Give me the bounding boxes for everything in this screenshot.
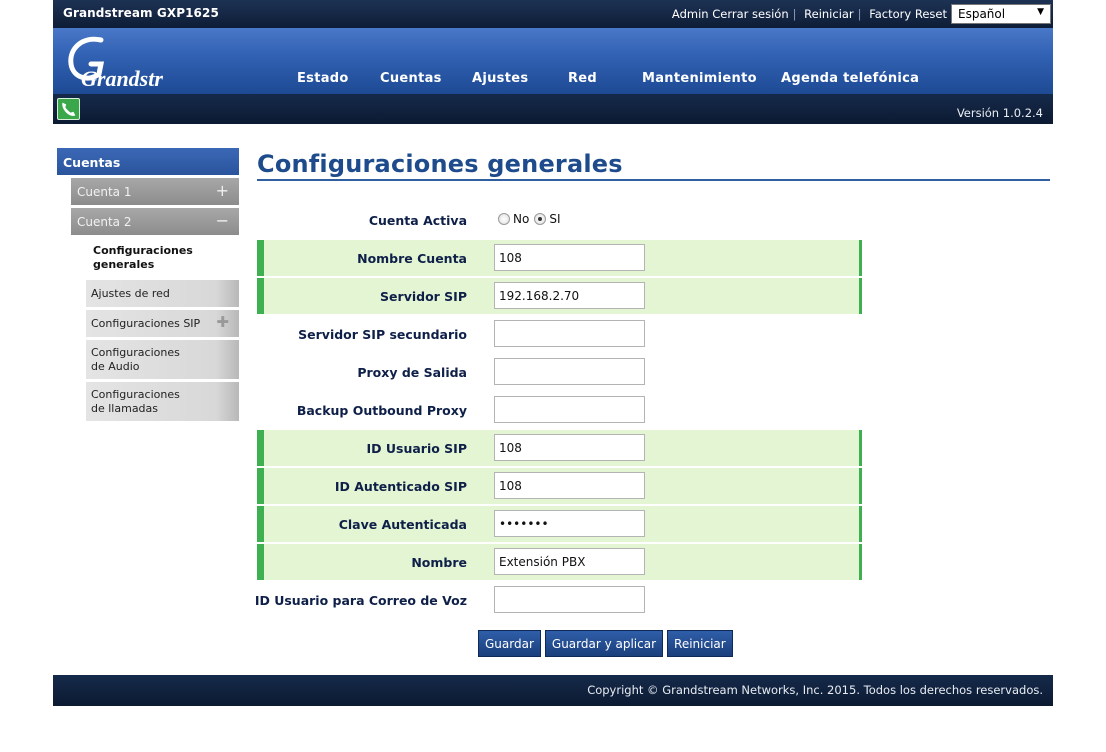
- radio-si-label: SI: [549, 212, 561, 226]
- id-autenticado-sip-input[interactable]: [494, 472, 645, 499]
- copyright-text: Copyright © Grandstream Networks, Inc. 2…: [587, 683, 1043, 697]
- sidebar-item-cuenta-1[interactable]: Cuenta 1 +: [71, 178, 239, 205]
- servidor-sip-secundario-label: Servidor SIP secundario: [298, 327, 467, 342]
- language-value: Español: [958, 7, 1006, 21]
- servidor-sip-input[interactable]: [494, 282, 645, 309]
- nav-estado[interactable]: Estado: [297, 71, 380, 86]
- form-buttons: Guardar Guardar y aplicar Reiniciar: [478, 630, 737, 657]
- field-row-servidor-sip-secundario: Servidor SIP secundario: [257, 316, 862, 352]
- field-row-id-usuario-sip: ID Usuario SIP: [257, 430, 862, 466]
- cuenta-activa-row: Cuenta Activa No SI: [257, 202, 862, 238]
- language-select[interactable]: Español ▼: [951, 4, 1051, 24]
- top-links: Admin Cerrar sesión | Reiniciar | Factory …: [672, 7, 947, 21]
- sidebar-item-label: Configuraciones de llamadas: [91, 388, 180, 415]
- backup-outbound-proxy-label: Backup Outbound Proxy: [296, 403, 467, 418]
- factory-reset-link[interactable]: Factory Reset: [869, 7, 947, 21]
- sidebar-item-configuraciones-sip[interactable]: Configuraciones SIP ✚: [86, 310, 239, 338]
- radio-si[interactable]: [534, 213, 547, 225]
- link-separator: |: [857, 7, 862, 21]
- field-row-backup-outbound-proxy: Backup Outbound Proxy: [257, 392, 862, 428]
- logo-text: Grandstream: [81, 66, 163, 90]
- proxy-de-salida-input[interactable]: [494, 358, 645, 385]
- minus-icon: −: [215, 211, 229, 230]
- field-row-servidor-sip: Servidor SIP: [257, 278, 862, 314]
- sidebar-item-cuenta-2[interactable]: Cuenta 2 −: [71, 208, 239, 235]
- nav-ajustes[interactable]: Ajustes: [472, 71, 568, 86]
- servidor-sip-label: Servidor SIP: [380, 289, 467, 304]
- id-usuario-correo-de-voz-input[interactable]: [494, 586, 645, 613]
- sidebar-item-ajustes-de-red[interactable]: Ajustes de red: [86, 280, 239, 308]
- plus-icon: +: [215, 181, 229, 200]
- id-usuario-sip-input[interactable]: [494, 434, 645, 461]
- title-divider: [257, 179, 1050, 181]
- nombre-cuenta-input[interactable]: [494, 244, 645, 271]
- page-title: Configuraciones generales: [257, 150, 623, 178]
- reiniciar-button[interactable]: Reiniciar: [667, 630, 733, 657]
- sub-bar: Versión 1.0.2.4: [53, 94, 1053, 124]
- sidebar-item-label: Configuraciones SIP: [91, 317, 201, 330]
- backup-outbound-proxy-input[interactable]: [494, 396, 645, 423]
- nav-agenda-telefonica[interactable]: Agenda telefónica: [781, 71, 919, 86]
- nav-mantenimiento[interactable]: Mantenimiento: [642, 71, 781, 86]
- sidebar-item-configuraciones-de-audio[interactable]: Configuraciones de Audio: [86, 340, 239, 380]
- top-bar: Grandstream GXP1625 Admin Cerrar sesión |…: [53, 0, 1053, 28]
- sidebar-item-label: Configuraciones de Audio: [91, 346, 180, 373]
- sidebar-item-label: Cuenta 2: [77, 215, 132, 229]
- field-row-nombre-cuenta: Nombre Cuenta: [257, 240, 862, 276]
- sidebar-item-label: Cuenta 1: [77, 185, 132, 199]
- admin-link[interactable]: Admin: [672, 7, 709, 21]
- sidebar-item-label: Ajustes de red: [91, 287, 170, 300]
- field-row-nombre: Nombre: [257, 544, 862, 580]
- field-row-id-autenticado-sip: ID Autenticado SIP: [257, 468, 862, 504]
- field-row-id-usuario-correo-de-voz: ID Usuario para Correo de Voz: [254, 582, 862, 618]
- nav-cuentas[interactable]: Cuentas: [380, 71, 472, 86]
- footer: Copyright © Grandstream Networks, Inc. 2…: [53, 675, 1053, 706]
- cuenta-activa-label: Cuenta Activa: [368, 213, 467, 228]
- sidebar-item-configuraciones-generales[interactable]: Configuraciones generales: [93, 244, 213, 272]
- radio-no[interactable]: [498, 213, 510, 225]
- dropdown-arrow-icon: ▼: [1037, 7, 1044, 17]
- firmware-version: Versión 1.0.2.4: [956, 106, 1043, 120]
- clave-autenticada-input[interactable]: [494, 510, 645, 537]
- nombre-label: Nombre: [411, 555, 467, 570]
- proxy-de-salida-label: Proxy de Salida: [357, 365, 467, 380]
- sidebar-item-configuraciones-de-llamadas[interactable]: Configuraciones de llamadas: [86, 382, 239, 422]
- id-usuario-correo-de-voz-label: ID Usuario para Correo de Voz: [254, 593, 467, 608]
- nombre-cuenta-label: Nombre Cuenta: [357, 251, 467, 266]
- clave-autenticada-label: Clave Autenticada: [338, 517, 467, 532]
- id-usuario-sip-label: ID Usuario SIP: [366, 441, 467, 456]
- radio-no-label: No: [513, 212, 530, 226]
- reboot-link[interactable]: Reiniciar: [804, 7, 854, 21]
- grandstream-logo: Grandstream: [68, 36, 163, 90]
- phone-icon[interactable]: [57, 98, 80, 120]
- field-row-proxy-de-salida: Proxy de Salida: [257, 354, 862, 390]
- cuenta-activa-radios: No SI: [498, 212, 560, 226]
- field-row-clave-autenticada: Clave Autenticada: [257, 506, 862, 542]
- servidor-sip-secundario-input[interactable]: [494, 320, 645, 347]
- plus-icon: ✚: [216, 313, 229, 331]
- product-name: Grandstream GXP1625: [63, 6, 219, 20]
- guardar-y-aplicar-button[interactable]: Guardar y aplicar: [544, 630, 664, 657]
- main-menu: Estado Cuentas Ajustes Red Mantenimiento…: [297, 71, 919, 86]
- id-autenticado-sip-label: ID Autenticado SIP: [334, 479, 467, 494]
- nav-red[interactable]: Red: [568, 71, 642, 86]
- guardar-button[interactable]: Guardar: [478, 630, 541, 657]
- nombre-input[interactable]: [494, 548, 645, 575]
- sidebar-title[interactable]: Cuentas: [57, 148, 239, 175]
- main-nav-bar: Grandstream Estado Cuentas Ajustes Red M…: [53, 28, 1053, 94]
- link-separator: |: [792, 7, 797, 21]
- logout-link[interactable]: Cerrar sesión: [712, 7, 788, 21]
